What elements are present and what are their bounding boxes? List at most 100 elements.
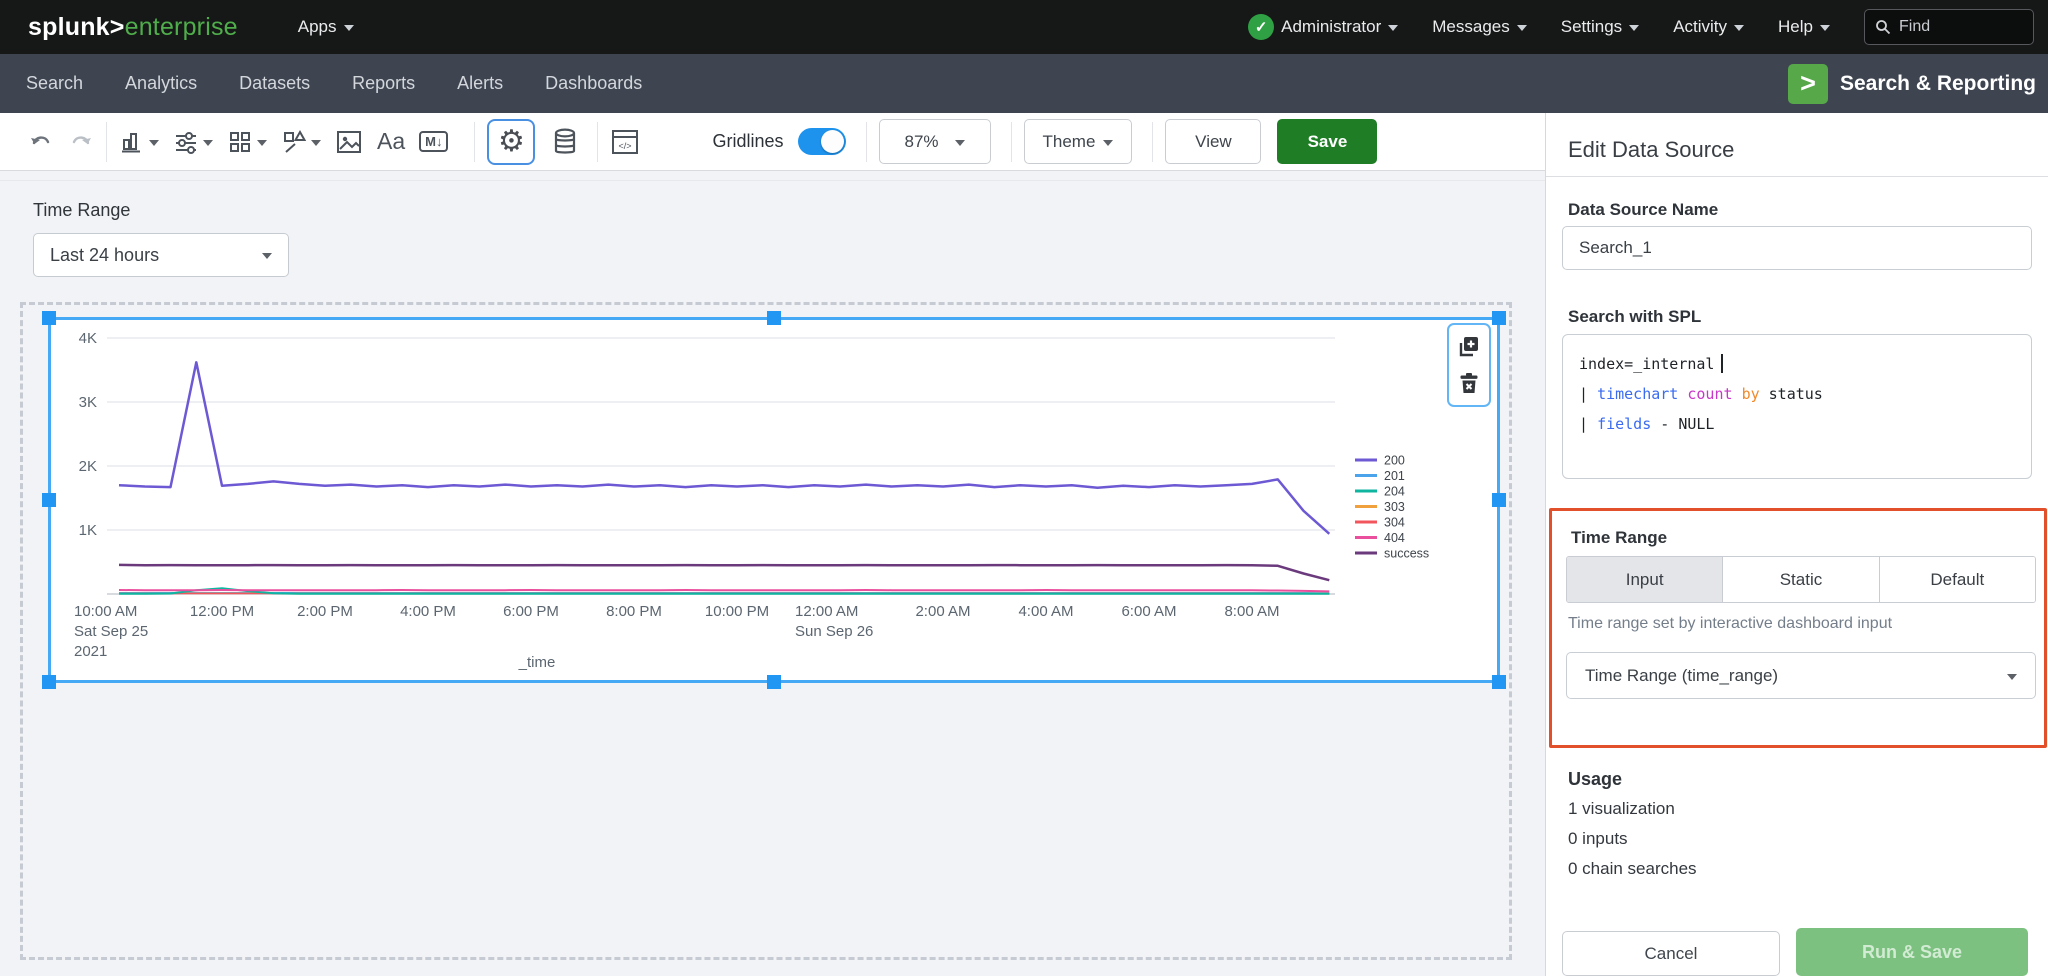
svg-text:4K: 4K — [79, 330, 97, 347]
tab-default[interactable]: Default — [1879, 557, 2035, 602]
panel-divider — [1546, 176, 2048, 177]
resize-handle-top-middle[interactable] — [767, 311, 781, 325]
chevron-down-icon — [1734, 25, 1744, 31]
redo-button[interactable] — [66, 130, 94, 154]
canvas-top-divider — [0, 180, 1545, 181]
database-icon — [551, 127, 579, 157]
time-range-binding-dropdown[interactable]: Time Range (time_range) — [1566, 652, 2036, 699]
zoom-level-value: 87% — [905, 132, 939, 152]
text-cursor — [1721, 354, 1723, 373]
settings-menu[interactable]: Settings — [1561, 17, 1639, 37]
text-icon: Aa — [377, 128, 405, 155]
activity-menu[interactable]: Activity — [1673, 17, 1744, 37]
usage-inputs: 0 inputs — [1568, 829, 1628, 849]
chevron-down-icon — [344, 25, 354, 31]
nav-item-reports[interactable]: Reports — [352, 73, 415, 94]
zoom-level-dropdown[interactable]: 87% — [879, 119, 991, 164]
resize-handle-left-middle[interactable] — [42, 493, 56, 507]
dashboard-canvas[interactable]: Time Range Last 24 hours 1K2K3K4K10:00 A… — [0, 171, 1545, 976]
view-button[interactable]: View — [1165, 119, 1261, 164]
spl-editor[interactable]: index=_internal| timechart count by stat… — [1562, 334, 2032, 479]
svg-text:404: 404 — [1384, 531, 1405, 545]
data-sources-button[interactable] — [551, 127, 579, 157]
layout-grid-button[interactable] — [227, 129, 267, 155]
chevron-down-icon — [149, 140, 159, 146]
activity-label: Activity — [1673, 17, 1727, 37]
splunk-logo: splunk>enterprise — [28, 13, 238, 42]
trash-delete-icon — [1457, 371, 1481, 395]
delete-widget-button[interactable] — [1456, 370, 1482, 396]
user-check-icon: ✓ — [1248, 14, 1274, 40]
source-code-icon: </> — [610, 128, 640, 156]
svg-text:success: success — [1384, 547, 1429, 561]
tab-input[interactable]: Input — [1567, 557, 1722, 602]
time-range-helper-text: Time range set by interactive dashboard … — [1568, 615, 1892, 633]
gridlines-toggle[interactable] — [798, 128, 846, 155]
chevron-down-icon — [1103, 140, 1113, 146]
svg-text:10:00 PM: 10:00 PM — [705, 603, 769, 620]
svg-text:Sun Sep 26: Sun Sep 26 — [795, 623, 873, 640]
add-image-button[interactable] — [335, 128, 363, 156]
theme-label: Theme — [1043, 132, 1096, 152]
svg-text:303: 303 — [1384, 500, 1405, 514]
svg-text:4:00 PM: 4:00 PM — [400, 603, 456, 620]
add-shapes-button[interactable] — [281, 129, 321, 155]
administrator-menu[interactable]: ✓ Administrator — [1248, 14, 1398, 40]
time-range-input-dropdown[interactable]: Last 24 hours — [33, 233, 289, 277]
gear-icon: ⚙ — [498, 127, 525, 157]
resize-handle-bottom-right[interactable] — [1492, 675, 1506, 689]
resize-handle-right-middle[interactable] — [1492, 493, 1506, 507]
find-placeholder: Find — [1899, 18, 1930, 36]
nav-item-dashboards[interactable]: Dashboards — [545, 73, 642, 94]
save-button[interactable]: Save — [1277, 119, 1377, 164]
resize-handle-bottom-middle[interactable] — [767, 675, 781, 689]
svg-text:2:00 AM: 2:00 AM — [915, 603, 970, 620]
resize-handle-top-left[interactable] — [42, 311, 56, 325]
configuration-panel-button[interactable]: ⚙ — [487, 119, 535, 165]
app-brand[interactable]: > Search & Reporting — [1788, 64, 2036, 104]
add-chart-button[interactable] — [119, 129, 159, 155]
cancel-button[interactable]: Cancel — [1562, 931, 1780, 976]
nav-item-search[interactable]: Search — [26, 73, 83, 94]
logo-product-text: enterprise — [125, 13, 238, 41]
layout-grid-icon — [227, 129, 253, 155]
svg-text:2021: 2021 — [74, 643, 107, 660]
resize-handle-top-right[interactable] — [1492, 311, 1506, 325]
view-button-label: View — [1195, 132, 1232, 152]
svg-text:201: 201 — [1384, 469, 1405, 483]
data-source-name-input[interactable] — [1562, 226, 2032, 270]
logo-splunk-text: splunk — [28, 13, 110, 41]
time-range-input-label: Time Range — [33, 200, 130, 221]
resize-handle-bottom-left[interactable] — [42, 675, 56, 689]
add-input-button[interactable] — [173, 129, 213, 155]
add-markdown-button[interactable]: M↓ — [419, 131, 448, 152]
help-menu[interactable]: Help — [1778, 17, 1830, 37]
svg-text:</>: </> — [619, 141, 632, 151]
nav-item-datasets[interactable]: Datasets — [239, 73, 310, 94]
messages-menu[interactable]: Messages — [1432, 17, 1526, 37]
time-range-input-value: Last 24 hours — [50, 245, 159, 266]
svg-text:4:00 AM: 4:00 AM — [1018, 603, 1073, 620]
tab-static[interactable]: Static — [1722, 557, 1878, 602]
find-search-input[interactable]: Find — [1864, 9, 2034, 45]
line-chart-widget[interactable]: 1K2K3K4K10:00 AMSat Sep 25202112:00 PM2:… — [48, 317, 1500, 683]
source-code-button[interactable]: </> — [610, 128, 640, 156]
nav-item-alerts[interactable]: Alerts — [457, 73, 503, 94]
chevron-down-icon — [257, 140, 267, 146]
time-range-section-highlight: Time Range Input Static Default Time ran… — [1549, 508, 2047, 748]
undo-button[interactable] — [28, 130, 56, 154]
nav-item-analytics[interactable]: Analytics — [125, 73, 197, 94]
chevron-down-icon — [2007, 674, 2017, 680]
theme-dropdown[interactable]: Theme — [1024, 119, 1133, 164]
bar-chart-icon — [119, 129, 145, 155]
run-and-save-button[interactable]: Run & Save — [1796, 928, 2028, 976]
svg-text:10:00 AM: 10:00 AM — [74, 603, 137, 620]
clone-widget-button[interactable] — [1456, 334, 1482, 360]
image-icon — [335, 128, 363, 156]
chevron-down-icon — [955, 140, 965, 146]
help-label: Help — [1778, 17, 1813, 37]
apps-menu[interactable]: Apps — [298, 17, 354, 37]
chevron-down-icon — [1629, 25, 1639, 31]
undo-icon — [28, 130, 56, 154]
add-text-button[interactable]: Aa — [377, 128, 405, 155]
